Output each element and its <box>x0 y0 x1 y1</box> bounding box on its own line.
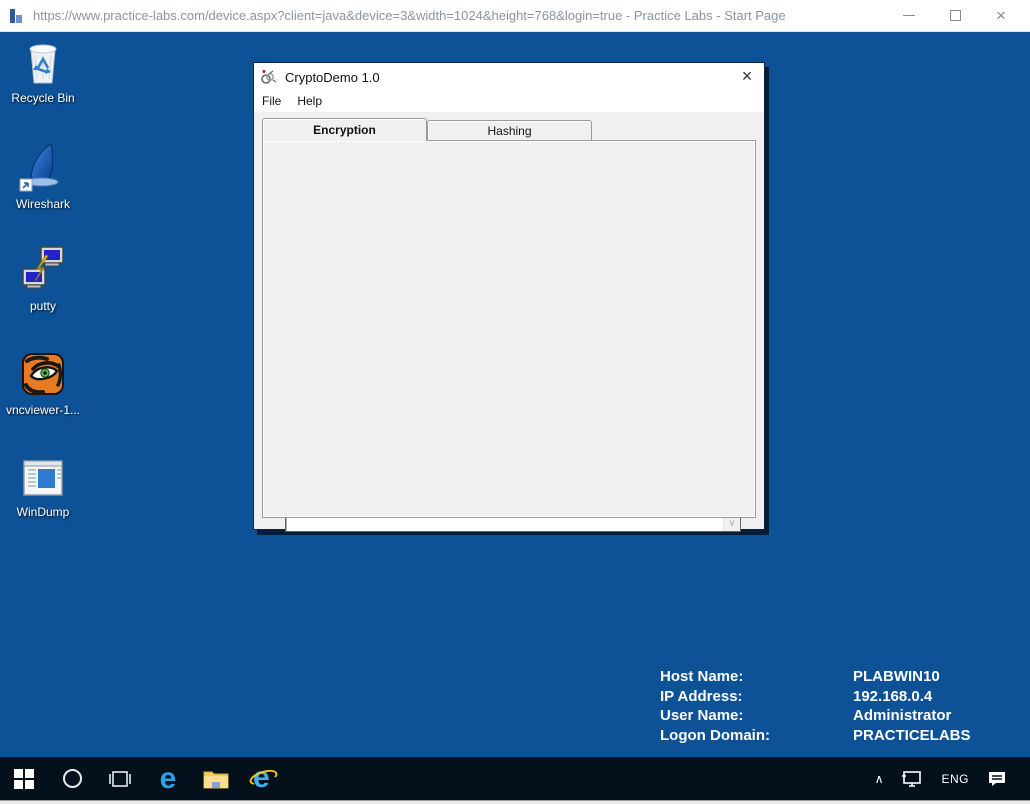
file-explorer-button[interactable] <box>192 757 240 800</box>
action-center-button[interactable] <box>978 757 1016 800</box>
edge-icon: e <box>160 764 177 794</box>
close-button[interactable]: × <box>978 0 1024 31</box>
desktop-icon-wireshark[interactable]: Wireshark <box>0 139 86 212</box>
tab-strip: Encryption Hashing <box>262 118 592 141</box>
desktop-icon-recycle-bin[interactable]: Recycle Bin <box>0 37 86 106</box>
tab-hashing[interactable]: Hashing <box>427 120 592 141</box>
bginfo-value: Administrator <box>853 706 1020 726</box>
wireshark-icon <box>18 139 68 195</box>
show-hidden-icons-button[interactable]: ∧ <box>866 757 893 800</box>
icon-label: vncviewer-1... <box>0 404 86 418</box>
cryptodemo-window: CryptoDemo 1.0 × File Help Encryption Ha… <box>253 62 765 530</box>
bginfo-value: PRACTICELABS <box>853 726 1020 746</box>
windows-logo-icon <box>14 769 34 789</box>
menu-help[interactable]: Help <box>289 91 330 112</box>
icon-label: Recycle Bin <box>0 92 86 106</box>
task-view-icon <box>108 770 132 788</box>
edge-button[interactable]: e <box>144 757 192 800</box>
cryptodemo-client-area: Encryption Hashing Encryption Algorithm … <box>254 112 764 529</box>
browser-window-controls: × <box>886 0 1024 31</box>
network-icon <box>901 770 923 788</box>
cryptodemo-title-bar[interactable]: CryptoDemo 1.0 × <box>254 63 764 91</box>
minimize-icon <box>903 15 915 16</box>
internet-explorer-button[interactable]: e <box>240 757 288 800</box>
bginfo-row: Host Name: PLABWIN10 <box>660 667 1020 687</box>
maximize-icon <box>950 10 961 21</box>
cryptodemo-app-icon <box>260 69 277 86</box>
desktop-icon-putty[interactable]: putty <box>0 245 86 314</box>
bginfo-label: Host Name: <box>660 667 853 687</box>
cryptodemo-menu-bar: File Help <box>254 91 764 112</box>
close-icon: × <box>996 7 1006 24</box>
browser-title-text: https://www.practice-labs.com/device.asp… <box>33 8 886 23</box>
network-status-button[interactable] <box>892 757 932 800</box>
encryption-tab-panel <box>262 140 756 518</box>
start-button[interactable] <box>0 757 48 800</box>
file-explorer-icon <box>203 768 229 790</box>
cryptodemo-close-button[interactable]: × <box>736 65 758 87</box>
cryptodemo-window-title: CryptoDemo 1.0 <box>285 70 380 85</box>
bginfo-label: User Name: <box>660 706 853 726</box>
recycle-bin-icon <box>20 37 66 89</box>
bginfo-row: User Name: Administrator <box>660 706 1020 726</box>
scroll-down-icon[interactable]: ∨ <box>728 519 735 529</box>
minimize-button[interactable] <box>886 0 932 31</box>
close-icon: × <box>742 66 753 87</box>
vncviewer-icon <box>19 351 67 401</box>
taskbar: e e ∧ <box>0 757 1030 800</box>
putty-icon <box>19 245 67 297</box>
bginfo-value: PLABWIN10 <box>853 667 1020 687</box>
tab-control: Encryption Hashing <box>262 118 756 518</box>
practice-labs-favicon <box>7 7 25 25</box>
tab-encryption[interactable]: Encryption <box>262 118 427 141</box>
desktop-icon-windump[interactable]: WinDump <box>0 457 86 520</box>
icon-label: Wireshark <box>0 198 86 212</box>
desktop-icon-vncviewer[interactable]: vncviewer-1... <box>0 351 86 418</box>
icon-label: WinDump <box>0 506 86 520</box>
task-view-button[interactable] <box>96 757 144 800</box>
bginfo-label: IP Address: <box>660 687 853 707</box>
maximize-button[interactable] <box>932 0 978 31</box>
bginfo-row: IP Address: 192.168.0.4 <box>660 687 1020 707</box>
browser-title-bar: https://www.practice-labs.com/device.asp… <box>0 0 1030 32</box>
window-bottom-edge <box>0 800 1030 804</box>
menu-file[interactable]: File <box>254 91 289 112</box>
taskbar-right: ∧ ENG <box>866 757 1030 800</box>
bginfo-row: Logon Domain: PRACTICELABS <box>660 726 1020 746</box>
remote-desktop-screen: https://www.practice-labs.com/device.asp… <box>0 0 1030 804</box>
cortana-circle-icon <box>63 769 82 788</box>
chevron-up-icon: ∧ <box>875 772 884 786</box>
taskbar-left: e e <box>0 757 288 800</box>
icon-label: putty <box>0 300 86 314</box>
windump-icon <box>19 457 67 503</box>
cortana-button[interactable] <box>48 757 96 800</box>
bginfo-panel: Host Name: PLABWIN10 IP Address: 192.168… <box>660 667 1020 745</box>
bginfo-label: Logon Domain: <box>660 726 853 746</box>
language-indicator[interactable]: ENG <box>932 757 978 800</box>
bginfo-value: 192.168.0.4 <box>853 687 1020 707</box>
action-center-icon <box>987 770 1007 788</box>
internet-explorer-icon: e <box>248 764 280 794</box>
